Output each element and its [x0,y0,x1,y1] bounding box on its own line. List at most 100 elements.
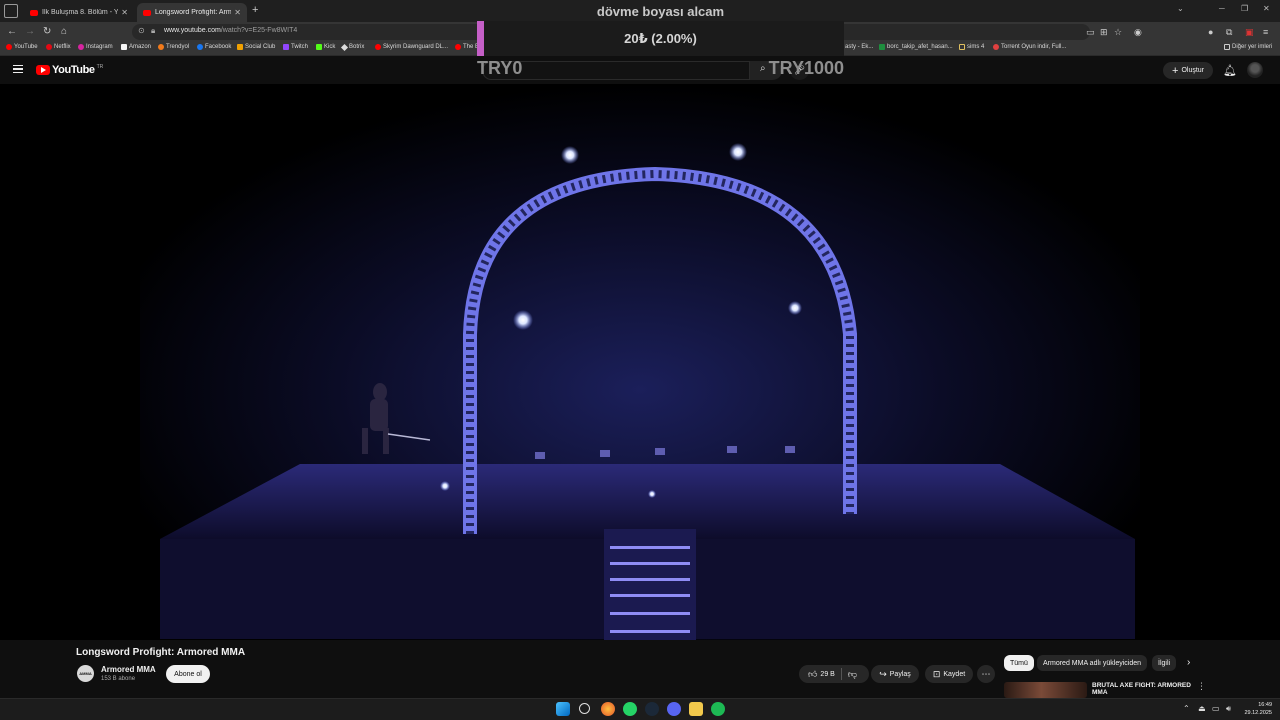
bookmark-kick[interactable]: Kick [316,44,335,50]
lock-icon: 🔒︎ [151,26,156,35]
screenshot-icon[interactable]: ◉ [1134,27,1142,38]
bookmark-the-e[interactable]: The E [455,44,479,50]
other-bookmarks[interactable]: Diğer yer imleri [1224,44,1272,50]
share-button[interactable]: ↪ Paylaş [871,665,919,683]
bookmark-sims-4[interactable]: sims 4 [959,44,984,50]
tab-search-icon[interactable] [4,4,18,18]
chevron-right-icon[interactable]: › [1187,657,1190,668]
kebab-menu-icon[interactable]: ⋮ [1197,681,1206,692]
home-icon[interactable]: ⌂ [61,26,67,38]
url-text: www.youtube.com/watch?v=E25-Fw8WIT4 [164,27,298,34]
bookmark-botrix[interactable]: Botrix [340,43,364,51]
forward-icon[interactable]: → [25,26,35,38]
chip-all[interactable]: Tümü [1004,655,1034,671]
video-title: Longsword Profight: Armored MMA [76,647,246,658]
file-explorer-icon[interactable] [689,702,703,716]
youtube-icon [6,44,12,50]
install-app-icon[interactable]: ⊞ [1100,27,1108,38]
notifications-bell-icon[interactable]: 🔔︎ [1223,64,1237,77]
plus-icon: + [1172,64,1179,77]
social-club-icon [237,44,243,50]
torrent-icon [993,44,999,50]
botrix-icon [340,43,349,51]
folder-icon [1224,44,1230,50]
donation-message: dövme boyası alcam [596,4,725,19]
bookmark-youtube[interactable]: YouTube [6,44,38,50]
save-button[interactable]: ⊡ Kaydet [925,665,973,683]
bookmark-twitch[interactable]: Twitch [283,44,308,50]
close-tab-icon[interactable]: ✕ [234,8,241,17]
facebook-icon [197,44,203,50]
network-icon[interactable]: ▭ [1212,704,1220,713]
youtube-logo[interactable]: YouTube TR [36,64,103,76]
extensions-puzzle-icon[interactable]: ⧉ [1226,27,1232,38]
close-window-icon[interactable]: ✕ [1263,4,1270,13]
restore-icon[interactable]: ❐ [1241,4,1248,13]
minimize-icon[interactable]: ─ [1219,4,1225,13]
search-icon[interactable] [579,703,590,714]
bookmark-trendyol[interactable]: Trendyol [158,44,189,50]
chip-from-uploader[interactable]: Armored MMA adlı yükleyiciden [1037,655,1148,671]
site-info-icon[interactable]: ⊙ [138,26,145,35]
back-icon[interactable]: ← [7,26,17,38]
instagram-icon [78,44,84,50]
video-player[interactable] [0,84,1280,640]
share-icon: ↪ [879,668,887,679]
bookmark-tasty[interactable]: asty - Ek... [845,44,873,50]
bookmark-skyrim[interactable]: Skyrim Dawnguard DL... [375,44,448,50]
windows-start-icon[interactable] [556,702,570,716]
create-button[interactable]: + Oluştur [1163,62,1213,79]
system-clock[interactable]: 16:49 29.12.2025 [1240,701,1272,717]
tray-chevron-icon[interactable]: ⌃ [1183,704,1190,713]
bookmark-torrent[interactable]: Torrent Oyun indir, Full... [993,44,1066,50]
subscribe-button[interactable]: Abone ol [166,665,210,683]
close-tab-icon[interactable]: ✕ [121,8,128,17]
twitch-icon [283,44,289,50]
channel-name[interactable]: Armored MMA [101,665,156,674]
extension-icon[interactable]: ● [1208,27,1213,37]
bookmark-borc-takip[interactable]: borc_takip_afet_hasan... [879,44,953,50]
trendyol-icon [158,44,164,50]
youtube-play-icon [36,65,50,75]
video-frame-stage-arch [0,84,1280,640]
chip-related[interactable]: İlgili [1152,655,1177,671]
profile-icon[interactable]: ▣ [1245,27,1254,38]
whatsapp-icon[interactable] [623,702,637,716]
youtube-icon [455,44,461,50]
sheets-icon [879,44,885,50]
bookmark-facebook[interactable]: Facebook [197,44,231,50]
more-actions-icon[interactable]: ⋯ [977,665,995,683]
dislike-button[interactable]: 👎︎ [842,665,866,683]
bookmark-star-icon[interactable]: ☆ [1114,27,1122,38]
account-avatar[interactable] [1247,62,1263,78]
discord-icon[interactable] [667,702,681,716]
volume-icon[interactable]: 🔊︎ [1226,704,1231,714]
cast-icon[interactable]: ▭ [1086,27,1095,38]
usb-icon[interactable]: ⏏ [1198,704,1206,713]
bookmark-social-club[interactable]: Social Club [237,44,275,50]
folder-icon [959,44,965,50]
bookmark-netflix[interactable]: Netflix [46,44,71,50]
recommended-video-thumbnail[interactable] [1004,682,1087,698]
new-tab-button[interactable]: + [252,4,258,16]
bookmark-amazon[interactable]: Amazon [121,44,151,50]
youtube-favicon-icon [30,9,38,16]
browser-menu-icon[interactable]: ≡ [1263,27,1268,37]
bookmark-instagram[interactable]: Instagram [78,44,113,50]
tab-list-chevron-icon[interactable]: ⌄ [1177,4,1184,13]
browser-tab-2-active[interactable]: Longsword Profight: Armored MMA ✕ [137,3,247,22]
channel-avatar[interactable]: AMMA [77,665,94,682]
recommended-video-title[interactable]: BRUTAL AXE FIGHT: ARMORED MMA [1092,682,1192,696]
donation-progress-bar: 20₺ (2.00%) [477,21,844,56]
browser-tab-1[interactable]: İlk Buluşma 8. Bölüm - YouTube ✕ [24,3,134,22]
like-button[interactable]: 👍︎ 29 B [802,665,841,683]
windows-taskbar: ⌃ ⏏ ▭ 🔊︎ 16:49 29.12.2025 [0,698,1280,720]
thumbs-up-icon: 👍︎ [808,668,818,679]
kick-icon [316,44,322,50]
reload-icon[interactable]: ↻ [43,26,51,38]
youtube-favicon-icon [143,9,151,16]
menu-icon[interactable] [13,65,23,73]
spotify-icon[interactable] [711,702,725,716]
firefox-icon[interactable] [601,702,615,716]
steam-icon[interactable] [645,702,659,716]
